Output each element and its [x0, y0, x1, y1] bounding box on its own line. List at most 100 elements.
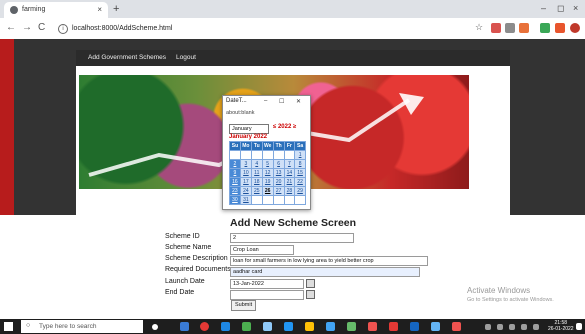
taskbar-app-icon[interactable] — [452, 322, 461, 331]
taskbar-app-icon[interactable] — [368, 322, 377, 331]
calendar-day-cell[interactable]: 17 — [239, 177, 252, 187]
network-icon[interactable] — [509, 324, 515, 330]
launch-date-field[interactable]: 13-Jan-2022 — [230, 279, 304, 289]
search-icon: ○ — [26, 322, 31, 329]
calendar-day-cell[interactable]: 27 — [272, 186, 285, 196]
calendar-day-cell[interactable]: 20 — [272, 177, 285, 187]
scheme-id-field[interactable]: 2 — [230, 233, 354, 243]
date-picker-popup: DateT... – ☐ ✕ about:blank January ≤ 202… — [222, 95, 311, 210]
url-field[interactable]: i localhost:8000/AddScheme.html — [58, 22, 468, 35]
weekday-header: Fr — [283, 141, 296, 151]
calendar-day-cell[interactable]: 2 — [229, 159, 241, 169]
calendar-day-cell[interactable]: 30 — [229, 195, 241, 205]
taskbar-app-icon[interactable] — [347, 322, 356, 331]
task-view-icon[interactable] — [152, 324, 158, 330]
calendar-day-cell[interactable]: 4 — [250, 159, 263, 169]
calendar-day-cell[interactable]: 11 — [250, 168, 263, 178]
calendar-day-cell[interactable]: 12 — [261, 168, 274, 178]
taskbar-app-icon[interactable] — [389, 322, 398, 331]
reload-button[interactable]: C — [38, 22, 45, 33]
nav-link-add-schemes[interactable]: Add Government Schemes — [88, 54, 166, 61]
taskbar-app-icon[interactable] — [200, 322, 209, 331]
tab-close-icon[interactable]: × — [97, 5, 102, 14]
calendar-day-cell[interactable]: 19 — [261, 177, 274, 187]
calendar-day-cell[interactable]: 6 — [272, 159, 285, 169]
taskbar-search-box[interactable]: ○ Type here to search — [21, 320, 143, 333]
popup-close-button[interactable]: ✕ — [296, 98, 301, 105]
taskbar-app-icon[interactable] — [263, 322, 272, 331]
calendar-day-cell[interactable]: 9 — [229, 168, 241, 178]
extension-icon[interactable] — [491, 23, 501, 33]
calendar-day-cell[interactable]: 23 — [229, 186, 241, 196]
calendar-day-cell[interactable]: 25 — [250, 186, 263, 196]
taskbar-app-icon[interactable] — [410, 322, 419, 331]
calendar-day-cell[interactable]: 24 — [239, 186, 252, 196]
bookmark-star-icon[interactable]: ☆ — [475, 22, 483, 33]
popup-maximize-button[interactable]: ☐ — [279, 98, 284, 105]
site-info-icon[interactable]: i — [58, 24, 68, 34]
calendar-day-cell[interactable]: 26 — [261, 186, 274, 196]
volume-icon[interactable] — [521, 324, 527, 330]
popup-minimize-button[interactable]: – — [264, 98, 267, 104]
taskbar-app-icon[interactable] — [221, 322, 230, 331]
extension-icon[interactable] — [540, 23, 550, 33]
taskbar-app-icon[interactable] — [284, 322, 293, 331]
required-documents-field[interactable]: aadhar card — [230, 267, 420, 277]
back-button[interactable]: ← — [6, 22, 16, 33]
new-tab-button[interactable]: + — [113, 3, 119, 15]
extension-icon[interactable] — [505, 23, 515, 33]
calendar-day-cell[interactable]: 5 — [261, 159, 274, 169]
calendar-day-cell[interactable]: 28 — [283, 186, 296, 196]
calendar-day-cell[interactable]: 16 — [229, 177, 241, 187]
taskbar-app-icon[interactable] — [326, 322, 335, 331]
calendar-day-cell[interactable]: 31 — [239, 195, 252, 205]
calendar-day-cell[interactable]: 7 — [283, 159, 296, 169]
taskbar-app-icon[interactable] — [242, 322, 251, 331]
weekday-header: Th — [272, 141, 285, 151]
taskbar-search-placeholder: Type here to search — [39, 323, 97, 330]
calendar-day-cell[interactable]: 21 — [283, 177, 296, 187]
window-close-button[interactable]: × — [573, 3, 578, 13]
language-icon[interactable] — [533, 324, 539, 330]
calendar-day-cell[interactable]: 10 — [239, 168, 252, 178]
nav-link-logout[interactable]: Logout — [176, 54, 196, 61]
calendar-day-cell[interactable]: 18 — [250, 177, 263, 187]
launch-date-calendar-icon[interactable] — [306, 279, 315, 288]
windows-start-icon[interactable] — [4, 322, 13, 331]
browser-tab[interactable]: farming × — [4, 2, 108, 18]
activation-watermark-title: Activate Windows — [467, 286, 531, 295]
profile-avatar[interactable] — [570, 23, 580, 33]
launch-date-label: Launch Date — [165, 278, 205, 285]
calendar-day-cell[interactable]: 1 — [294, 150, 306, 160]
extension-icon[interactable] — [555, 23, 565, 33]
submit-button[interactable]: Submit — [231, 300, 257, 311]
calendar-empty-cell — [250, 150, 263, 160]
taskbar-app-icon[interactable] — [431, 322, 440, 331]
taskbar-clock[interactable]: 21:58 26-01-2022 — [548, 320, 574, 332]
calendar-day-cell[interactable]: 14 — [283, 168, 296, 178]
calendar-week-row: 23 24 25 26 27 28 29 — [229, 186, 306, 196]
scheme-description-field[interactable]: loan for small farmers in low lying area… — [230, 256, 428, 266]
calendar-day-cell[interactable]: 29 — [294, 186, 306, 196]
scheme-name-label: Scheme Name — [165, 244, 212, 251]
extension-icon[interactable] — [519, 23, 529, 33]
system-tray-icon[interactable] — [497, 324, 503, 330]
end-date-calendar-icon[interactable] — [306, 290, 315, 299]
scheme-name-field[interactable]: Crop Loan — [230, 245, 294, 255]
calendar-day-cell[interactable]: 22 — [294, 177, 306, 187]
notification-icon[interactable] — [576, 323, 582, 330]
window-maximize-button[interactable]: ◻ — [557, 3, 564, 14]
month-select[interactable]: January — [229, 124, 269, 134]
calendar-week-row: 9 10 11 12 13 14 15 — [229, 168, 306, 178]
calendar-day-cell[interactable]: 15 — [294, 168, 306, 178]
calendar-day-cell[interactable]: 8 — [294, 159, 306, 169]
forward-button[interactable]: → — [22, 22, 32, 33]
window-minimize-button[interactable]: – — [541, 3, 546, 13]
system-tray-icon[interactable] — [485, 324, 491, 330]
calendar-day-cell[interactable]: 3 — [239, 159, 252, 169]
end-date-field[interactable] — [230, 290, 304, 300]
year-navigator[interactable]: ≤ 2022 ≥ — [273, 124, 296, 130]
taskbar-app-icon[interactable] — [305, 322, 314, 331]
taskbar-app-icon[interactable] — [180, 322, 189, 331]
calendar-day-cell[interactable]: 13 — [272, 168, 285, 178]
